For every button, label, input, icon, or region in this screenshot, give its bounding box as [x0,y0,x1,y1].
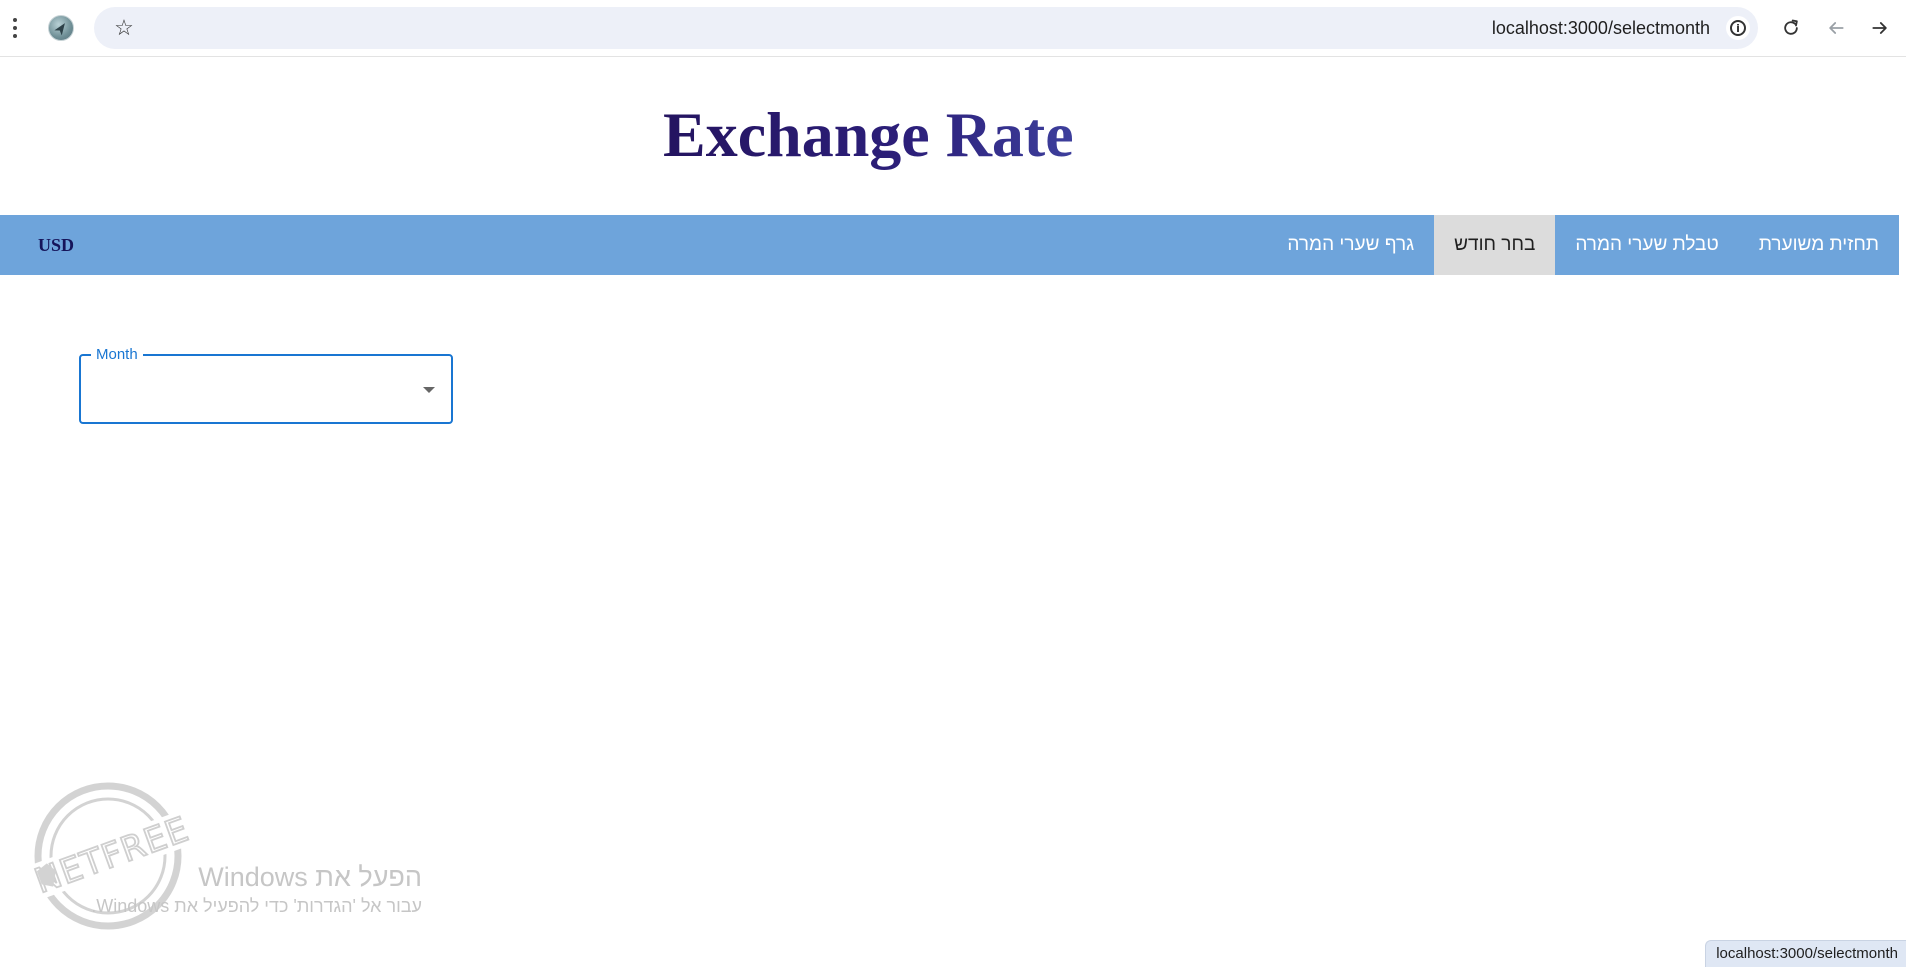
page-title: Exchange Rate [663,99,1074,170]
tab-exchange-rate-chart[interactable]: גרף שערי המרה [1267,215,1434,275]
tab-select-month[interactable]: בחר חודש [1434,215,1556,275]
more-menu-icon[interactable] [8,14,22,42]
month-select-label: Month [91,346,143,364]
month-select[interactable]: Month [79,346,453,424]
address-bar[interactable]: ☆ localhost:3000/selectmonth i [94,7,1758,49]
extension-icon[interactable] [48,15,74,41]
address-url[interactable]: localhost:3000/selectmonth [1492,18,1710,39]
back-arrow-icon[interactable] [1822,14,1850,42]
main-navbar: USD גרף שערי המרה בחר חודש טבלת שערי המר… [0,215,1899,275]
status-bar-url: localhost:3000/selectmonth [1705,940,1906,967]
activation-subtitle: עבור אל 'הגדרות' כדי להפעיל את Windows. [91,896,422,916]
site-info-icon[interactable]: i [1726,16,1750,40]
bookmark-star-icon[interactable]: ☆ [112,16,136,40]
browser-toolbar: ☆ localhost:3000/selectmonth i [0,0,1906,57]
currency-selector[interactable]: USD [38,215,74,275]
tab-forecast[interactable]: תחזית משוערת [1739,215,1899,275]
forward-arrow-icon[interactable] [1866,14,1894,42]
activation-title: הפעל את Windows [198,862,422,892]
nav-tabs: גרף שערי המרה בחר חודש טבלת שערי המרה תח… [1267,215,1899,275]
reload-icon[interactable] [1777,14,1805,42]
page-title-wrap: Exchange Rate [663,98,1074,172]
tab-exchange-rate-table[interactable]: טבלת שערי המרה [1555,215,1739,275]
caret-down-icon [423,387,435,393]
windows-activation-watermark: הפעל את Windows עבור אל 'הגדרות' כדי להפ… [91,860,422,918]
